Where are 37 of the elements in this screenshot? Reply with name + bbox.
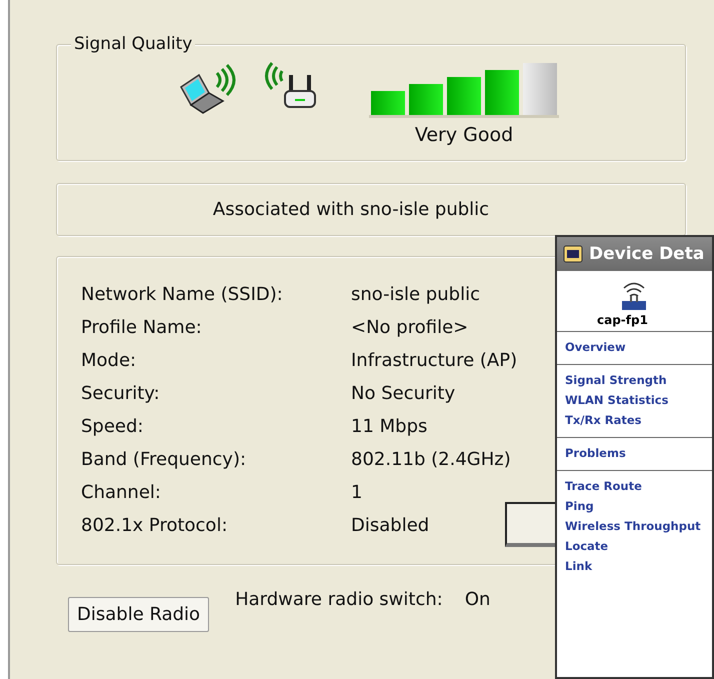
signal-rating: Very Good: [414, 124, 514, 146]
field-value: No Security: [351, 382, 456, 406]
menu-link[interactable]: Locate: [565, 539, 608, 553]
field-label: Channel:: [81, 481, 161, 505]
menu-link[interactable]: Wireless Throughput: [565, 519, 701, 533]
field-value: Disabled: [351, 514, 430, 538]
field-value: 11 Mbps: [351, 415, 428, 439]
hardware-switch-label: Hardware radio switch:: [235, 589, 443, 610]
field-value: 802.11b (2.4GHz): [351, 448, 511, 472]
field-label: Mode:: [81, 349, 136, 373]
menu-link[interactable]: Trace Route: [565, 479, 642, 493]
field-value: Infrastructure (AP): [351, 349, 518, 373]
field-label: Band (Frequency):: [81, 448, 246, 472]
button[interactable]: [505, 502, 556, 547]
field-label: Profile Name:: [81, 316, 202, 340]
menu-link[interactable]: Problems: [565, 446, 626, 460]
field-value: 1: [351, 481, 362, 505]
device-name: cap-fp1: [597, 313, 648, 327]
menu-link[interactable]: Tx/Rx Rates: [565, 413, 642, 427]
window-icon: [563, 245, 583, 263]
field-label: Speed:: [81, 415, 144, 439]
field-label: 802.1x Protocol:: [81, 514, 228, 538]
menu-link[interactable]: Link: [565, 559, 592, 573]
router-icon: [263, 61, 319, 111]
menu-link[interactable]: Ping: [565, 499, 594, 513]
hardware-switch-value: On: [464, 589, 490, 610]
menu-link[interactable]: Signal Strength: [565, 373, 667, 387]
menu-link[interactable]: WLAN Statistics: [565, 393, 668, 407]
field-label: Network Name (SSID):: [81, 283, 283, 307]
group-title: Signal Quality: [71, 34, 196, 54]
field-label: Security:: [81, 382, 160, 406]
disable-radio-button[interactable]: Disable Radio: [68, 597, 210, 632]
association-status: Associated with sno-isle public: [212, 199, 490, 220]
menu-link[interactable]: Overview: [565, 340, 626, 354]
field-value: sno-isle public: [351, 283, 480, 307]
window-title: Device Deta: [589, 244, 704, 264]
field-value: <No profile>: [351, 316, 468, 340]
